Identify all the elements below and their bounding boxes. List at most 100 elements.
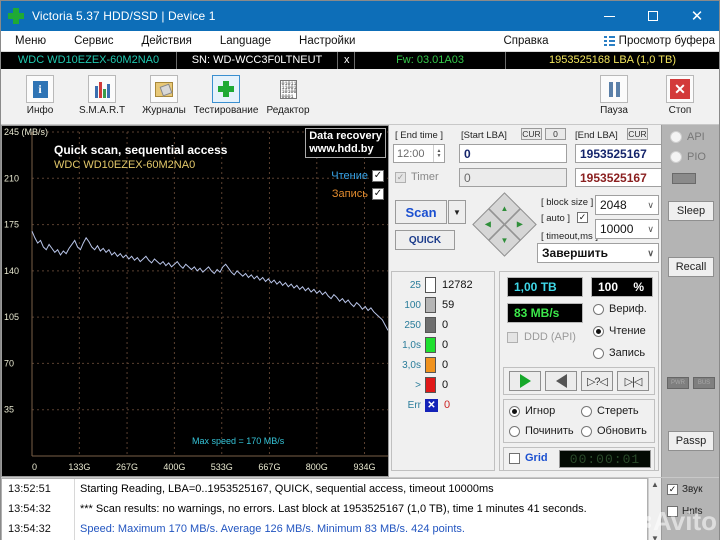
scan-button[interactable]: Scan bbox=[395, 200, 447, 224]
play-button[interactable] bbox=[509, 371, 541, 391]
toolbar-button-stop[interactable]: ✕ Стоп bbox=[649, 73, 711, 123]
log-scrollbar[interactable]: ▲ ▼ bbox=[648, 478, 661, 540]
grid-toggle[interactable]: Grid bbox=[509, 452, 548, 464]
recall-button[interactable]: Recall bbox=[668, 257, 714, 277]
write-checkbox[interactable]: ✓ bbox=[372, 188, 384, 200]
finish-action-select[interactable]: Завершить ∨ bbox=[537, 243, 659, 263]
sound-toggle[interactable]: ✓ Звук bbox=[667, 484, 703, 495]
hints-checkbox[interactable] bbox=[667, 506, 678, 517]
action-ignore-radio[interactable]: Игнор bbox=[509, 405, 555, 417]
read-toggle[interactable]: Чтение ✓ bbox=[331, 170, 384, 182]
grid-label: Grid bbox=[525, 452, 548, 464]
start-lba-zero-button[interactable]: 0 bbox=[545, 128, 566, 140]
action-repair-radio[interactable]: Починить bbox=[509, 425, 574, 437]
pio-radio[interactable]: PIO bbox=[670, 151, 706, 163]
start-lba-input[interactable]: 0 bbox=[459, 144, 567, 163]
buffer-view-button[interactable]: Просмотр буфера bbox=[604, 35, 719, 47]
spinner-arrows-icon[interactable]: ▲▼ bbox=[433, 145, 444, 162]
end-time-input[interactable]: 12:00 ▲▼ bbox=[393, 144, 445, 163]
block-color-swatch bbox=[425, 357, 436, 373]
ddd-api-toggle[interactable]: DDD (API) bbox=[507, 331, 576, 343]
menu-item-actions[interactable]: Действия bbox=[127, 31, 205, 52]
quick-button[interactable]: QUICK bbox=[395, 230, 455, 250]
skip-end-button[interactable]: ▷|◁ bbox=[617, 371, 649, 391]
api-radio[interactable]: API bbox=[670, 131, 705, 143]
passp-button[interactable]: Passp bbox=[668, 431, 714, 451]
chevron-down-icon: ∨ bbox=[647, 248, 654, 259]
block-count: 0 bbox=[442, 319, 448, 331]
drive-firmware: Fw: 03.01A03 bbox=[355, 52, 505, 69]
menu-item-help[interactable]: Справка bbox=[489, 31, 562, 52]
step-query-icon: ▷?◁ bbox=[587, 375, 607, 388]
drive-x-button[interactable]: x bbox=[338, 52, 354, 69]
svg-text:400G: 400G bbox=[163, 462, 185, 472]
timer-toggle[interactable]: ✓ Timer bbox=[395, 171, 439, 183]
toolbar-button-pause[interactable]: Пауза bbox=[583, 73, 645, 123]
auto-checkbox[interactable]: ✓ bbox=[577, 212, 588, 223]
speed-graph-panel[interactable]: 245 (MB/s)21017514010570350133G267G400G5… bbox=[1, 125, 389, 477]
menu-item-service[interactable]: Сервис bbox=[60, 31, 127, 52]
timer-checkbox[interactable]: ✓ bbox=[395, 172, 406, 183]
data-recovery-line1: Data recovery bbox=[309, 130, 382, 143]
sound-checkbox[interactable]: ✓ bbox=[667, 484, 678, 495]
block-size-select[interactable]: 2048 ∨ bbox=[595, 195, 659, 215]
maximize-button[interactable] bbox=[631, 1, 675, 31]
log-list[interactable]: 13:52:51 Starting Reading, LBA=0..195352… bbox=[1, 478, 648, 540]
radio-indicator bbox=[593, 348, 604, 359]
scroll-up-icon[interactable]: ▲ bbox=[651, 480, 659, 489]
end-lba-cur-button[interactable]: CUR bbox=[627, 128, 648, 140]
ddd-api-checkbox[interactable] bbox=[507, 332, 518, 343]
block-threshold: > bbox=[395, 380, 421, 391]
grid-checkbox[interactable] bbox=[509, 453, 520, 464]
toolbar-button-logs[interactable]: Журналы bbox=[133, 73, 195, 123]
drive-model: WDC WD10EZEX-60M2NA0 bbox=[1, 52, 176, 69]
block-threshold: 250 bbox=[395, 320, 421, 331]
folder-icon bbox=[150, 75, 178, 103]
navigation-pad[interactable]: ▲ ◀ ▶ ▼ bbox=[477, 197, 533, 253]
svg-text:Max speed = 170 MB/s: Max speed = 170 MB/s bbox=[192, 436, 285, 446]
svg-text:210: 210 bbox=[4, 173, 19, 183]
action-refresh-radio[interactable]: Обновить bbox=[581, 425, 647, 437]
block-stats-legend: 25 12782 100 59 250 0 1,0s 0 bbox=[395, 275, 491, 415]
action-erase-radio[interactable]: Стереть bbox=[581, 405, 639, 417]
start-lba-cur-button[interactable]: CUR bbox=[521, 128, 542, 140]
write-toggle[interactable]: Запись ✓ bbox=[332, 188, 384, 200]
window-title: Victoria 5.37 HDD/SSD | Device 1 bbox=[32, 9, 216, 23]
error-stat-row: Err ✕ 0 bbox=[395, 395, 491, 415]
menu-item-menu[interactable]: Меню bbox=[1, 31, 60, 52]
pwr-button[interactable]: PWR bbox=[667, 377, 689, 389]
victoria-app-window: Victoria 5.37 HDD/SSD | Device 1 ✕ Меню … bbox=[0, 0, 720, 540]
minimize-button[interactable] bbox=[587, 1, 631, 31]
scroll-down-icon[interactable]: ▼ bbox=[651, 534, 659, 540]
mode-read-radio[interactable]: Чтение bbox=[593, 325, 646, 337]
hints-toggle[interactable]: Hnts bbox=[667, 506, 703, 517]
toolbar-button-testing[interactable]: Тестирование bbox=[195, 73, 257, 123]
bus-button[interactable]: BUS bbox=[693, 377, 715, 389]
svg-text:934G: 934G bbox=[353, 462, 375, 472]
step-query-button[interactable]: ▷?◁ bbox=[581, 371, 613, 391]
toolbar-button-smart[interactable]: S.M.A.R.T bbox=[71, 73, 133, 123]
menu-item-language[interactable]: Language bbox=[206, 31, 285, 52]
sleep-button[interactable]: Sleep bbox=[668, 201, 714, 221]
scan-dropdown-button[interactable]: ▼ bbox=[448, 200, 466, 224]
menu-item-settings[interactable]: Настройки bbox=[285, 31, 369, 52]
percent-value: 100 bbox=[598, 280, 618, 294]
block-threshold: 1,0s bbox=[395, 340, 421, 351]
log-message: *** Scan results: no warnings, no errors… bbox=[72, 503, 587, 515]
toolbar-button-info[interactable]: i Инфо bbox=[9, 73, 71, 123]
log-row: 13:54:32 *** Scan results: no warnings, … bbox=[2, 499, 647, 519]
block-stat-row: 100 59 bbox=[395, 295, 491, 315]
ddd-api-label: DDD (API) bbox=[524, 331, 576, 343]
read-checkbox[interactable]: ✓ bbox=[372, 170, 384, 182]
timeout-select[interactable]: 10000 ∨ bbox=[595, 219, 659, 239]
reverse-icon bbox=[556, 374, 567, 388]
toolbar-button-editor[interactable]: 0101101100111010000001 Редактор bbox=[257, 73, 319, 123]
write-label: Запись bbox=[332, 188, 368, 200]
mode-write-radio[interactable]: Запись bbox=[593, 347, 645, 359]
close-button[interactable]: ✕ bbox=[675, 1, 719, 31]
block-size-value: 2048 bbox=[600, 198, 627, 212]
svg-text:70: 70 bbox=[4, 358, 14, 368]
reverse-button[interactable] bbox=[545, 371, 577, 391]
toolbar-label-testing: Тестирование bbox=[194, 105, 259, 116]
mode-verify-radio[interactable]: Вериф. bbox=[593, 303, 647, 315]
